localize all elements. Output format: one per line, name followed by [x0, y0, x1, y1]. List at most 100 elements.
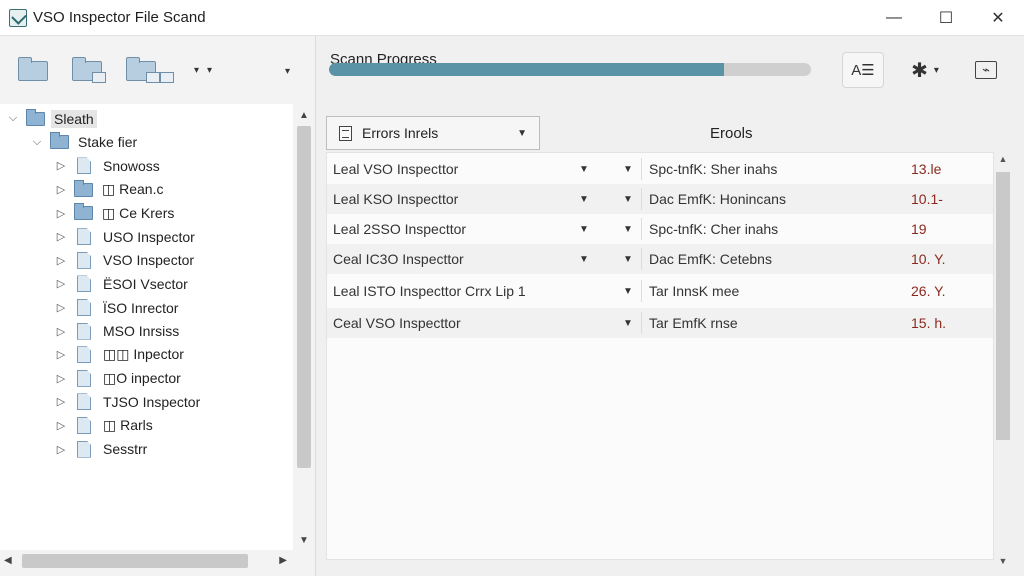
scroll-down-icon[interactable]: ▼ — [994, 556, 1012, 566]
chevron-down-icon[interactable]: ▼ — [579, 164, 589, 175]
folder-icon — [50, 132, 69, 150]
chevron-right-icon[interactable]: ▷ — [54, 183, 68, 196]
monitor-icon: ⌁ — [975, 61, 997, 79]
tree-item[interactable]: ▷ TJSO Inspector — [0, 390, 293, 414]
tree-vertical-scrollbar[interactable]: ▲ ▼ — [293, 104, 315, 550]
chevron-right-icon[interactable]: ▷ — [54, 207, 68, 220]
grid-header: Errors Inrels ▼ Erools — [326, 116, 1022, 152]
settings-dropdown-button[interactable]: ✱ ▾ — [902, 52, 948, 88]
minimize-button[interactable]: — — [868, 0, 920, 36]
error-value-cell: 13.le — [911, 161, 942, 177]
folder-icon — [74, 203, 93, 221]
tree-item[interactable]: ▷ Sesstrr — [0, 437, 293, 461]
grid-vertical-scrollbar[interactable]: ▲ ▼ — [994, 152, 1012, 566]
chevron-right-icon[interactable]: ▷ — [54, 254, 68, 267]
close-button[interactable]: ✕ — [972, 0, 1024, 36]
tree-item[interactable]: ▷ VSO Inspector — [0, 249, 293, 273]
chevron-right-icon[interactable]: ▷ — [54, 277, 68, 290]
column-divider — [641, 248, 642, 270]
tree-item-label: MSO Inrsiss — [103, 323, 180, 340]
more-dropdown-icon[interactable]: ▾ — [285, 66, 290, 77]
tree-item[interactable]: ▷ ◫ Rean.c — [0, 178, 293, 202]
tree-item[interactable]: ▷ ЁSOI Vsector — [0, 272, 293, 296]
tree-item[interactable]: ⌵ Stake fier — [0, 131, 293, 155]
folder-icon — [74, 179, 93, 197]
file-icon — [77, 299, 91, 317]
chevron-down-icon[interactable]: ▼ — [579, 224, 589, 235]
file-icon — [77, 440, 91, 458]
inspector-name-cell: Leal KSO Inspecttor — [333, 191, 459, 207]
chevron-down-icon[interactable]: ⌵ — [30, 136, 44, 149]
inspector-name-cell: Ceal VSO Inspecttor — [333, 315, 461, 331]
tree-item[interactable]: ▷ MSO Inrsiss — [0, 319, 293, 343]
scroll-up-icon[interactable]: ▲ — [293, 110, 315, 121]
file-icon — [77, 228, 91, 246]
error-value-cell: 15. h. — [911, 315, 947, 331]
column-divider — [641, 218, 642, 240]
tree-item[interactable]: ▷ ◫ Ce Krers — [0, 201, 293, 225]
table-row[interactable]: Leal ISTO Inspecttor Crrx Lip 1 ▼ Tar Inns… — [327, 276, 993, 306]
tree-horizontal-scrollbar[interactable]: ◀ ▶ — [0, 550, 293, 572]
chevron-right-icon[interactable]: ▷ — [54, 159, 68, 172]
left-toolbar: ▾ ▾ ▾ — [0, 36, 316, 104]
scroll-thumb-horizontal[interactable] — [22, 554, 248, 568]
chevron-right-icon[interactable]: ▷ — [54, 325, 68, 338]
tree-item[interactable]: ▷ ◫◫ Inpector — [0, 343, 293, 367]
chevron-down-icon[interactable]: ▼ — [623, 164, 633, 175]
chevron-right-icon[interactable]: ▷ — [54, 443, 68, 456]
chevron-right-icon[interactable]: ▷ — [54, 301, 68, 314]
scroll-thumb[interactable] — [996, 172, 1010, 440]
chevron-right-icon[interactable]: ▷ — [54, 372, 68, 385]
chevron-down-icon[interactable]: ▼ — [623, 286, 633, 297]
tree-item[interactable]: ▷ Snowoss — [0, 154, 293, 178]
text-format-button[interactable]: A☰ — [842, 52, 884, 88]
chevron-down-icon[interactable]: ▼ — [579, 194, 589, 205]
tree-item[interactable]: ▷ ◫O inpector — [0, 367, 293, 391]
table-row[interactable]: Ceal IC3O Inspecttor ▼ ▼ Dac EmfK: Cetebns 1… — [327, 244, 993, 274]
file-icon — [77, 346, 91, 364]
navigation-pane: ▾ ▾ ▾ ⌵ Sleath ⌵ Stake fier ▷ Snowoss ▷ ◫ Rean.… — [0, 36, 316, 576]
view-dropdown-icon[interactable]: ▾ — [194, 65, 199, 76]
scroll-down-icon[interactable]: ▼ — [293, 535, 315, 546]
chevron-right-icon[interactable]: ▷ — [54, 395, 68, 408]
tree-item[interactable]: ▷ USO Inspector — [0, 225, 293, 249]
maximize-button[interactable]: ☐ — [920, 0, 972, 36]
tree-item-label: Stake fier — [78, 134, 138, 151]
tree-item[interactable]: ▷ ЇSO Inrector — [0, 296, 293, 320]
chevron-down-icon: ▾ — [933, 64, 939, 76]
folder-icon[interactable] — [18, 57, 52, 83]
inspector-name-cell: Ceal IC3O Inspecttor — [333, 251, 464, 267]
scroll-left-icon[interactable]: ◀ — [4, 555, 12, 566]
scroll-right-icon[interactable]: ▶ — [279, 555, 287, 566]
chevron-right-icon[interactable]: ▷ — [54, 419, 68, 432]
error-value-cell: 10.1- — [911, 191, 943, 207]
errors-filter-dropdown[interactable]: Errors Inrels ▼ — [326, 116, 540, 150]
monitor-button[interactable]: ⌁ — [968, 52, 1004, 88]
chevron-down-icon[interactable]: ▼ — [623, 224, 633, 235]
tree-item-label: ЁSOI Vsector — [103, 275, 188, 292]
folder-group-icon[interactable] — [126, 57, 174, 83]
table-row[interactable]: Leal VSO Inspecttor ▼ ▼ Spc-tnfK: Sher inah… — [327, 154, 993, 184]
tree-item[interactable]: ▷ ◫ Rarls — [0, 414, 293, 438]
folder-doc-icon[interactable] — [72, 57, 106, 83]
tree-item[interactable]: ⌵ Sleath — [0, 107, 293, 131]
sort-dropdown-icon[interactable]: ▾ — [207, 65, 212, 76]
chevron-right-icon[interactable]: ▷ — [54, 230, 68, 243]
scroll-thumb[interactable] — [297, 126, 311, 468]
chevron-right-icon[interactable]: ▷ — [54, 348, 68, 361]
table-row[interactable]: Leal KSO Inspecttor ▼ ▼ Dac EmfK: Honincans… — [327, 184, 993, 214]
scroll-up-icon[interactable]: ▲ — [994, 154, 1012, 164]
tree-item-label: Sesstrr — [103, 441, 148, 458]
folder-icon — [26, 108, 45, 126]
file-icon — [77, 417, 91, 435]
errors-filter-label: Errors Inrels — [362, 125, 439, 141]
main-pane: Scann Progress A☰ ✱ ▾ ⌁ Errors Inrels ▼ … — [316, 36, 1024, 576]
chevron-down-icon[interactable]: ⌵ — [6, 112, 20, 125]
table-row[interactable]: Ceal VSO Inspecttor ▼ Tar EmfK rnse 15. h. — [327, 308, 993, 338]
window-title: VSO Inspector File Scand — [33, 9, 206, 26]
chevron-down-icon[interactable]: ▼ — [623, 318, 633, 329]
chevron-down-icon[interactable]: ▼ — [623, 254, 633, 265]
table-row[interactable]: Leal 2SSO Inspecttor ▼ ▼ Spc-tnfK: Cher ina… — [327, 214, 993, 244]
chevron-down-icon[interactable]: ▼ — [579, 254, 589, 265]
chevron-down-icon[interactable]: ▼ — [623, 194, 633, 205]
